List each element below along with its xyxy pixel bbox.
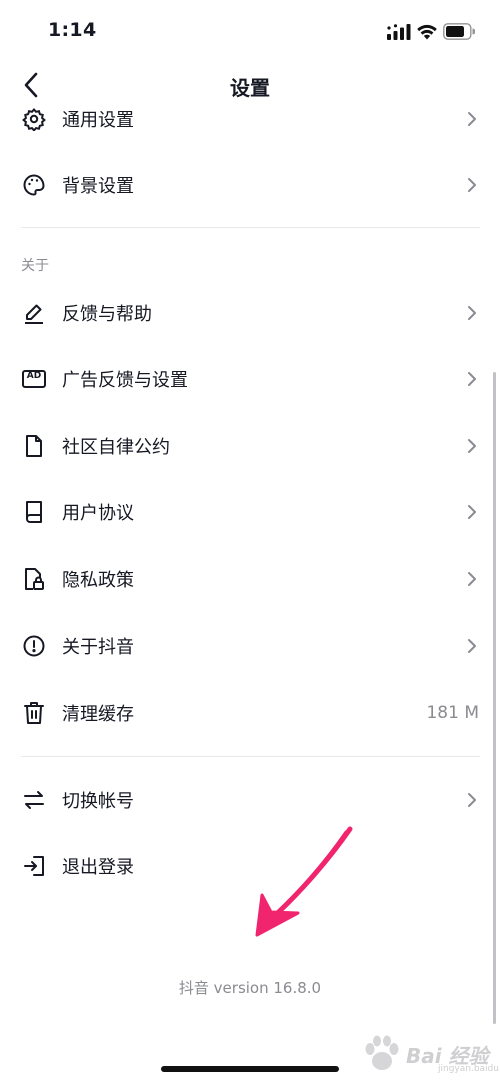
setting-row-user-agreement[interactable]: 用户协议 — [0, 479, 500, 545]
setting-label: 背景设置 — [62, 176, 134, 197]
scrollbar[interactable] — [493, 372, 496, 1024]
ad-icon: AD — [21, 366, 47, 392]
chevron-right-icon — [468, 572, 476, 586]
cellular-signal-icon — [387, 24, 411, 40]
battery-icon — [443, 23, 475, 40]
chevron-right-icon — [468, 505, 476, 519]
cache-size-value: 181 M — [426, 703, 479, 723]
logout-icon — [21, 853, 47, 879]
setting-row-privacy[interactable]: 隐私政策 — [0, 546, 500, 612]
home-indicator[interactable] — [161, 1066, 339, 1072]
pencil-icon — [21, 300, 47, 326]
section-divider — [21, 227, 480, 228]
chevron-right-icon — [468, 306, 476, 320]
paw-logo-icon — [365, 1035, 399, 1070]
ad-icon-text: AD — [26, 371, 42, 381]
trash-icon — [21, 700, 47, 726]
info-exclamation-icon — [21, 633, 47, 659]
setting-label: 通用设置 — [62, 110, 134, 131]
section-divider — [21, 756, 480, 757]
setting-row-ad-feedback[interactable]: AD 广告反馈与设置 — [0, 346, 500, 412]
chevron-right-icon — [468, 178, 476, 192]
wifi-icon — [417, 24, 437, 40]
setting-label: 反馈与帮助 — [62, 304, 152, 325]
setting-row-switch-account[interactable]: 切换帐号 — [0, 767, 500, 833]
setting-label: 关于抖音 — [62, 637, 134, 658]
setting-label: 用户协议 — [62, 503, 134, 524]
setting-row-community[interactable]: 社区自律公约 — [0, 413, 500, 479]
watermark-url: jingyan.baidu.com — [438, 1064, 500, 1074]
lock-document-icon — [21, 566, 47, 592]
setting-label: 社区自律公约 — [62, 437, 170, 458]
document-icon — [21, 433, 47, 459]
chevron-right-icon — [468, 793, 476, 807]
section-header-about: 关于 — [21, 258, 49, 274]
setting-row-about-douyin[interactable]: 关于抖音 — [0, 613, 500, 679]
chevron-right-icon — [468, 112, 476, 126]
setting-label: 广告反馈与设置 — [62, 370, 188, 391]
setting-row-logout[interactable]: 退出登录 — [0, 833, 500, 899]
chevron-right-icon — [468, 439, 476, 453]
setting-label: 清理缓存 — [62, 704, 134, 725]
book-icon — [21, 499, 47, 525]
screen: 通用设置 背景设置 关于 反馈与帮助 AD 广告反馈与设置 社区自律公约 用户协… — [0, 0, 500, 1082]
app-version-text: 抖音 version 16.8.0 — [178, 979, 322, 997]
palette-icon — [21, 172, 47, 198]
status-time: 1:14 — [48, 19, 97, 41]
setting-row-feedback[interactable]: 反馈与帮助 — [0, 280, 500, 346]
page-title: 设置 — [230, 76, 270, 100]
chevron-right-icon — [468, 372, 476, 386]
chevron-right-icon — [468, 639, 476, 653]
setting-label: 隐私政策 — [62, 570, 134, 591]
settings-list: 通用设置 背景设置 关于 反馈与帮助 AD 广告反馈与设置 社区自律公约 用户协… — [0, 0, 500, 1082]
switch-arrows-icon — [21, 787, 47, 813]
setting-label: 退出登录 — [62, 857, 134, 878]
baidu-watermark: Bai 经验 jingyan.baidu.com — [356, 1030, 500, 1076]
status-bar: 1:14 — [0, 0, 500, 62]
setting-label: 切换帐号 — [62, 791, 134, 812]
setting-row-clear-cache[interactable]: 清理缓存 181 M — [0, 680, 500, 746]
setting-row-background[interactable]: 背景设置 — [0, 152, 500, 218]
gear-icon — [21, 106, 47, 132]
navigation-bar: 设置 — [0, 62, 500, 108]
